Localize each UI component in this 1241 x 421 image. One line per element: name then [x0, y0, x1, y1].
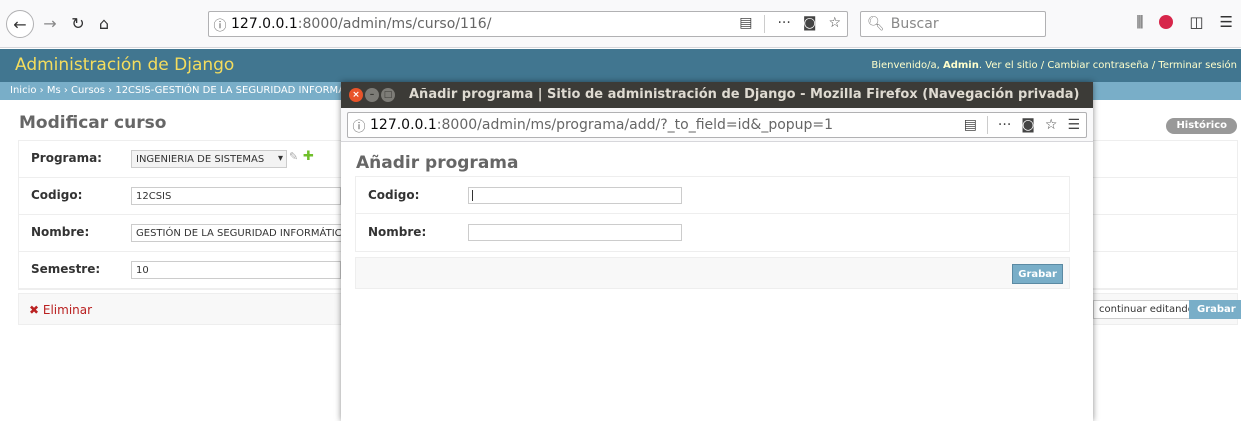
popup-pocket-icon[interactable]: ◙	[1021, 117, 1035, 133]
user-tools: Bienvenido/a, Admin. Ver el sitio / Camb…	[871, 60, 1237, 71]
popup-bookmark-star-icon[interactable]: ☆	[1045, 117, 1058, 133]
search-icon: 🔍︎	[867, 16, 885, 32]
window-minimize-icon[interactable]: –	[365, 88, 379, 102]
back-button[interactable]: ←	[6, 10, 34, 38]
select-arrow-icon: ▾	[277, 153, 283, 164]
search-placeholder: Buscar	[890, 16, 939, 32]
hamburger-menu-icon[interactable]: ☰	[1220, 13, 1233, 31]
popup-info-icon[interactable]: ⓘ	[348, 116, 370, 135]
popup-submit-row: Grabar	[355, 257, 1070, 289]
popup-nombre-label: Nombre:	[368, 225, 427, 239]
popup-reader-view-icon[interactable]: ▤	[964, 117, 977, 133]
window-maximize-icon[interactable]: □	[381, 88, 395, 102]
pencil-icon[interactable]: ✎	[289, 150, 298, 163]
library-icon[interactable]: ⫼	[1136, 13, 1143, 31]
url-separator	[764, 15, 766, 33]
popup-window-title: Añadir programa | Sitio de administració…	[409, 87, 1080, 102]
delete-x-icon: ✖	[29, 303, 40, 317]
popup-url-text: 127.0.0.1:8000/admin/ms/programa/add/?_t…	[370, 117, 834, 133]
programa-form: Codigo: Nombre:	[355, 176, 1070, 252]
popup-nav-bar: ⓘ 127.0.0.1:8000/admin/ms/programa/add/?…	[341, 108, 1093, 142]
url-text: 127.0.0.1:8000/admin/ms/curso/116/	[231, 16, 492, 32]
forward-button[interactable]: →	[38, 11, 62, 35]
semestre-input[interactable]: 10	[131, 261, 341, 279]
codigo-input[interactable]: 12CSIS	[131, 187, 341, 205]
url-bar[interactable]: ⓘ 127.0.0.1:8000/admin/ms/curso/116/ ▤ ·…	[208, 11, 848, 37]
add-related-icon[interactable]: ✚	[303, 149, 314, 164]
forward-arrow-icon: →	[43, 13, 57, 33]
popup-page-actions-icon[interactable]: ···	[998, 117, 1011, 133]
page-title: Modificar curso	[19, 113, 167, 133]
popup-heading: Añadir programa	[356, 153, 519, 173]
django-header: Administración de Django Bienvenido/a, A…	[0, 49, 1241, 82]
home-icon: ⌂	[98, 13, 110, 33]
codigo-label: Codigo:	[31, 188, 83, 202]
home-button[interactable]: ⌂	[92, 11, 116, 35]
popup-nombre-input[interactable]	[468, 224, 682, 241]
save-continue-button[interactable]: continuar editando	[1093, 300, 1200, 319]
reload-icon: ↻	[71, 13, 85, 33]
popup-url-separator	[986, 116, 988, 134]
pocket-menu-icon[interactable]	[1159, 15, 1174, 29]
popup-menu-icon[interactable]: ☰	[1067, 117, 1080, 133]
reader-view-icon[interactable]: ▤	[739, 15, 752, 33]
page-actions-icon[interactable]: ···	[777, 15, 790, 33]
popup-window: × – □ Añadir programa | Sitio de adminis…	[341, 82, 1093, 421]
search-bar[interactable]: 🔍︎ Buscar	[860, 11, 1046, 37]
popup-codigo-label: Codigo:	[368, 188, 420, 202]
username: Admin	[942, 60, 979, 71]
reload-button[interactable]: ↻	[66, 11, 90, 35]
delete-link[interactable]: ✖ Eliminar	[29, 303, 92, 317]
sidebar-icon[interactable]: ◫	[1189, 13, 1203, 31]
window-close-icon[interactable]: ×	[349, 88, 363, 102]
popup-titlebar[interactable]: × – □ Añadir programa | Sitio de adminis…	[341, 82, 1093, 108]
save-button[interactable]: Grabar	[1189, 300, 1241, 319]
popup-row-codigo: Codigo:	[356, 177, 1069, 214]
popup-url-bar[interactable]: ⓘ 127.0.0.1:8000/admin/ms/programa/add/?…	[347, 112, 1087, 138]
nombre-input[interactable]: GESTIÓN DE LA SEGURIDAD INFORMÁTICA	[131, 224, 345, 242]
browser-toolbar: ← → ↻ ⌂ ⓘ 127.0.0.1:8000/admin/ms/curso/…	[0, 0, 1241, 48]
text-caret	[472, 190, 473, 201]
popup-row-nombre: Nombre:	[356, 214, 1069, 251]
history-button[interactable]: Histórico	[1166, 118, 1237, 134]
nombre-label: Nombre:	[31, 225, 90, 239]
programa-label: Programa:	[31, 151, 102, 165]
site-brand[interactable]: Administración de Django	[15, 55, 234, 75]
popup-codigo-input[interactable]	[468, 187, 682, 204]
user-links[interactable]: . Ver el sitio / Cambiar contraseña / Te…	[979, 60, 1237, 71]
info-icon[interactable]: ⓘ	[209, 15, 231, 34]
back-arrow-icon: ←	[13, 14, 27, 34]
bookmark-star-icon[interactable]: ☆	[828, 15, 841, 33]
pocket-icon[interactable]: ◙	[803, 15, 817, 33]
semestre-label: Semestre:	[31, 262, 101, 276]
popup-save-button[interactable]: Grabar	[1012, 264, 1063, 284]
programa-select[interactable]: INGENIERIA DE SISTEMAS ▾	[131, 150, 287, 168]
